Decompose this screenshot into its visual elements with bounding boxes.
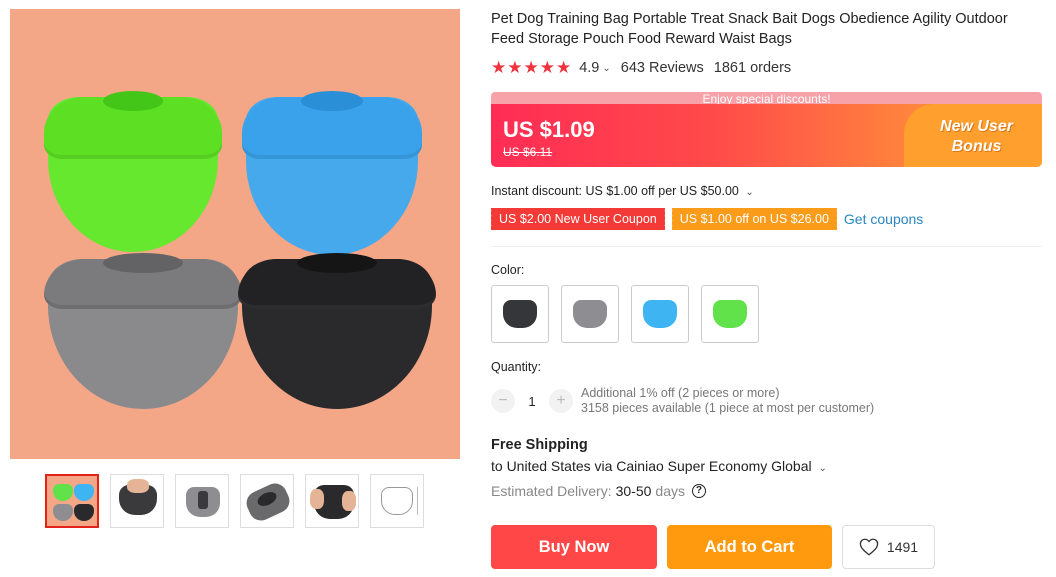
green-pouch [44, 91, 222, 252]
bulk-discount-text: Additional 1% off (2 pieces or more) [581, 386, 780, 400]
star-rating-icon: ★★★★★ [491, 58, 573, 77]
store-coupon[interactable]: US $1.00 off on US $26.00 [669, 208, 837, 230]
chevron-down-icon[interactable]: ⌄ [602, 63, 610, 74]
pouch-thumbnail [643, 300, 677, 328]
product-title: Pet Dog Training Bag Portable Treat Snac… [491, 11, 1008, 47]
instant-discount-text: Instant discount: US $1.00 off per US $5… [491, 184, 739, 198]
thumbnail-5[interactable] [305, 474, 359, 528]
thumbnail-3[interactable] [175, 474, 229, 528]
wishlist-button[interactable]: 1491 [842, 525, 935, 569]
shipping-method[interactable]: to United States via Cainiao Super Econo… [491, 458, 827, 474]
pouch-thumbnail [713, 300, 747, 328]
add-to-cart-button[interactable]: Add to Cart [667, 525, 832, 569]
color-swatches [491, 285, 759, 343]
orders-count: 1861 orders [713, 60, 792, 76]
gray-pouch [44, 253, 242, 409]
rating-row: ★★★★★ 4.9 ⌄ 643 Reviews 1861 orders [491, 58, 791, 78]
quantity-label: Quantity: [491, 360, 542, 374]
pouch-thumbnail [573, 300, 607, 328]
bonus-line-2: Bonus [951, 138, 1002, 155]
main-product-image[interactable] [10, 9, 460, 459]
buy-now-button[interactable]: Buy Now [491, 525, 657, 569]
color-swatch-green[interactable] [701, 285, 759, 343]
color-label: Color: [491, 263, 525, 277]
pouch-thumbnail [503, 300, 537, 328]
decrease-quantity-button[interactable]: − [491, 389, 515, 413]
blue-pouch [242, 91, 422, 255]
delivery-label: Estimated Delivery: [491, 483, 612, 499]
chevron-down-icon[interactable]: ⌄ [819, 463, 827, 474]
help-icon[interactable]: ? [691, 484, 706, 498]
thumbnail-2[interactable] [110, 474, 164, 528]
rating-value[interactable]: 4.9 [579, 60, 599, 76]
shipping-title: Free Shipping [491, 437, 588, 453]
thumbnail-6[interactable] [370, 474, 424, 528]
bonus-line-1: New User [940, 118, 1013, 135]
quantity-info: Additional 1% off (2 pieces or more) 315… [581, 386, 874, 416]
stock-text: 3158 pieces available (1 piece at most p… [581, 401, 875, 415]
color-swatch-black[interactable] [491, 285, 549, 343]
color-swatch-blue[interactable] [631, 285, 689, 343]
original-price: US $6.11 [503, 145, 553, 159]
divider [491, 246, 1042, 247]
coupon-row: US $2.00 New User Coupon US $1.00 off on… [489, 208, 923, 230]
shipping-method-text: to United States via Cainiao Super Econo… [491, 458, 812, 474]
get-coupons-link[interactable]: Get coupons [844, 211, 923, 227]
chevron-down-icon[interactable]: ⌄ [745, 187, 753, 198]
delivery-unit: days [655, 483, 685, 499]
thumbnail-4[interactable] [240, 474, 294, 528]
price-box: US $1.09 US $6.11 New User Bonus [491, 104, 1042, 167]
current-price: US $1.09 [503, 117, 595, 142]
new-user-coupon[interactable]: US $2.00 New User Coupon [489, 208, 665, 230]
thumbnail-1[interactable] [45, 474, 99, 528]
color-swatch-gray[interactable] [561, 285, 619, 343]
heart-icon [859, 538, 879, 556]
reviews-link[interactable]: 643 Reviews [621, 60, 704, 76]
wishlist-count: 1491 [886, 539, 919, 555]
quantity-value[interactable]: 1 [515, 394, 549, 409]
thumbnail-strip [45, 474, 424, 528]
instant-discount[interactable]: Instant discount: US $1.00 off per US $5… [491, 184, 754, 198]
increase-quantity-button[interactable]: + [549, 389, 573, 413]
estimated-delivery: Estimated Delivery: 30-50 days ? [491, 483, 706, 499]
quantity-stepper: − 1 + Additional 1% off (2 pieces or mor… [491, 386, 874, 416]
bonus-text: New User Bonus [929, 117, 1024, 157]
black-pouch [238, 253, 436, 409]
delivery-days: 30-50 [615, 483, 652, 499]
